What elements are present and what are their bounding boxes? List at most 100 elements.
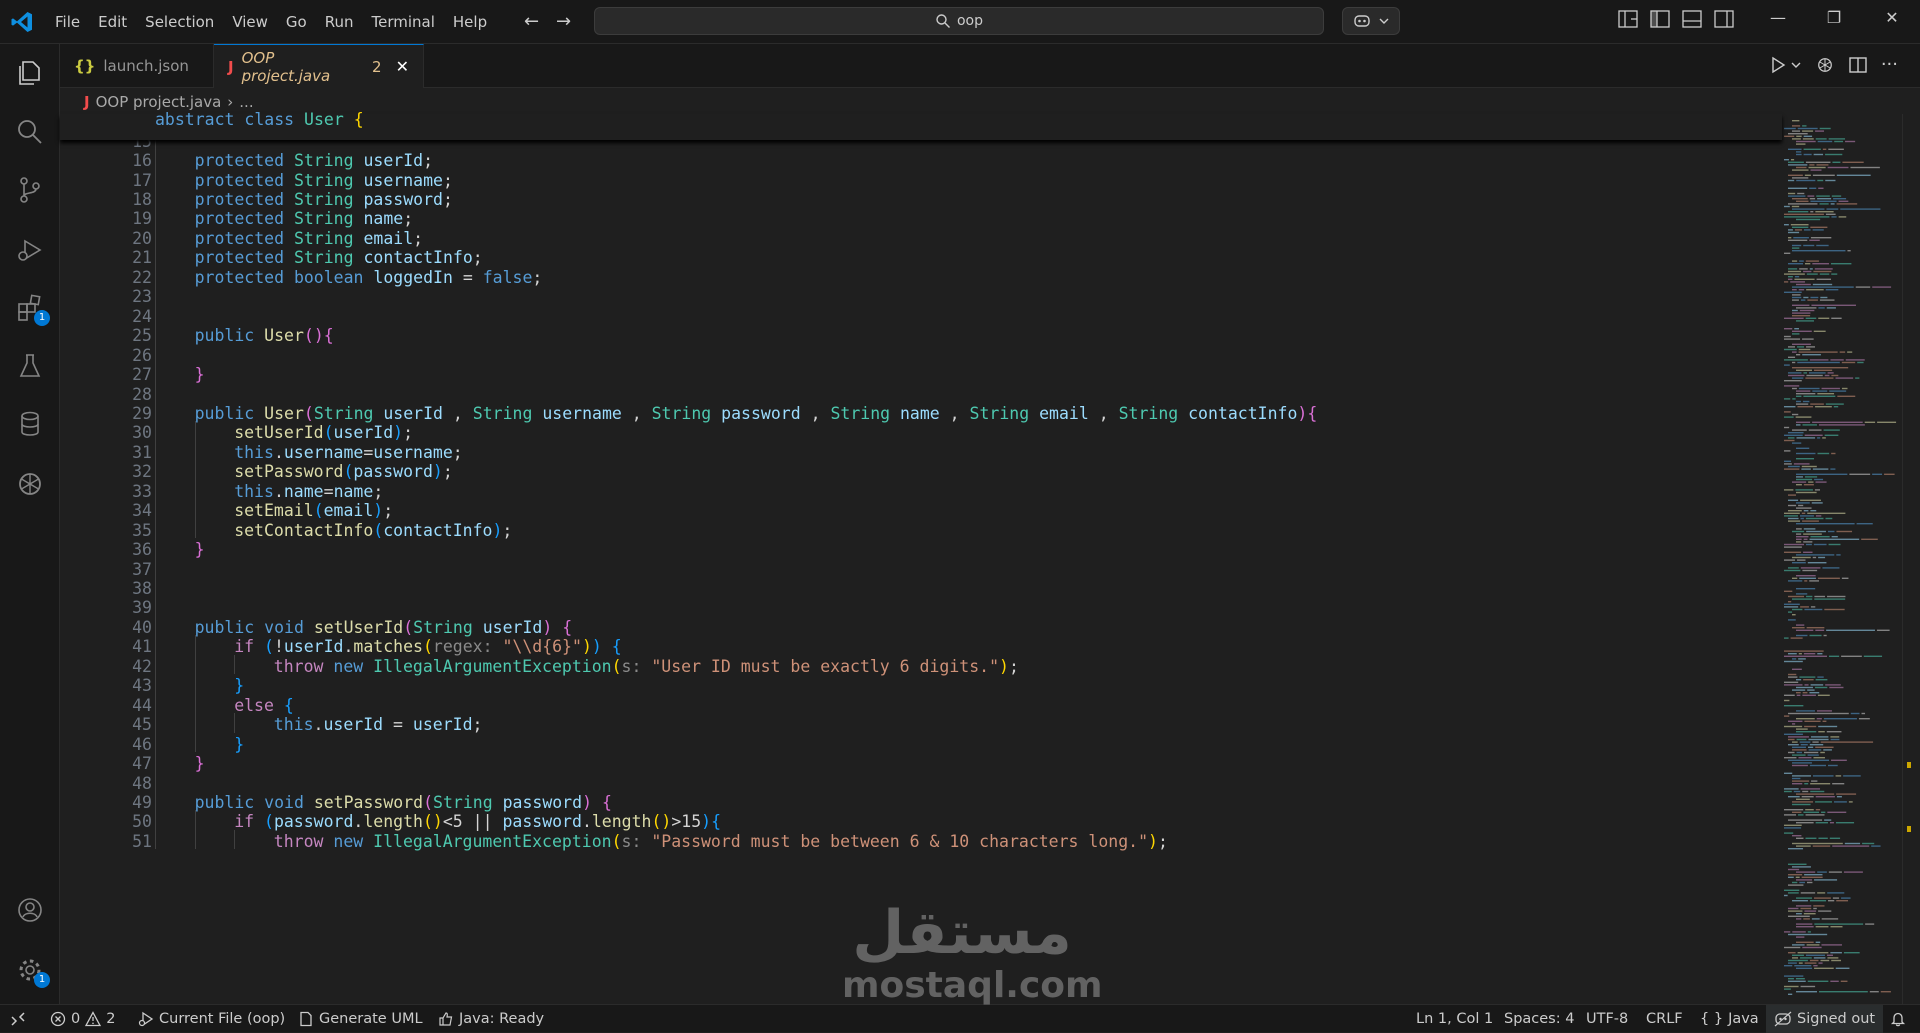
notifications-button[interactable]	[1890, 1005, 1906, 1033]
minimap-line	[1861, 538, 1878, 540]
cursor-position[interactable]: Ln 1, Col 1	[1416, 1005, 1493, 1033]
minimap[interactable]	[1782, 114, 1902, 1004]
java-status-button[interactable]: Java: Ready	[438, 1005, 544, 1033]
menu-run[interactable]: Run	[316, 0, 363, 44]
minimap-line	[1824, 434, 1839, 436]
minimap-line	[1841, 387, 1848, 390]
menu-view[interactable]: View	[223, 0, 277, 44]
minimap-line	[1830, 468, 1836, 470]
source-control-icon[interactable]	[14, 174, 46, 206]
code-token: ;	[423, 151, 434, 171]
accounts-icon[interactable]	[14, 894, 46, 926]
encoding[interactable]: UTF-8	[1586, 1005, 1628, 1033]
run-icon[interactable]	[1769, 56, 1787, 74]
debug-config-button[interactable]: Current File (oop)	[138, 1005, 285, 1033]
code-token: void	[264, 792, 314, 812]
code-editor[interactable]: 15 16 protected String userId; 17 protected …	[60, 114, 1782, 1004]
close-tab-icon[interactable]: ✕	[396, 57, 409, 76]
problems-button[interactable]: 0 2	[50, 1005, 115, 1033]
menu-file[interactable]: File	[46, 0, 89, 44]
minimap-line	[1788, 580, 1803, 582]
code-token: (	[313, 501, 324, 521]
code-token: setPassword	[234, 462, 344, 482]
copilot-menu-button[interactable]	[1342, 7, 1400, 35]
indent-guide	[155, 114, 156, 850]
tab-label: OOP project.java	[241, 48, 331, 85]
forward-arrow-icon[interactable]: →	[556, 11, 571, 32]
generate-uml-button[interactable]: Generate UML	[298, 1005, 423, 1033]
code-line[interactable]: 51 throw new IllegalArgumentException(s: …	[60, 830, 1782, 854]
more-actions-icon[interactable]: ···	[1881, 54, 1898, 75]
minimap-line	[1804, 434, 1823, 436]
vertical-scrollbar[interactable]	[1902, 114, 1920, 1004]
minimap-line	[1784, 788, 1799, 790]
code-token: (	[264, 812, 274, 832]
command-center-search[interactable]: oop	[594, 7, 1324, 35]
chatgpt-icon[interactable]	[14, 468, 46, 500]
toggle-secondary-sidebar-icon[interactable]	[1714, 10, 1734, 28]
minimap-line	[1871, 845, 1881, 847]
minimap-line	[1788, 868, 1800, 871]
minimap-line	[1814, 879, 1838, 881]
search-icon[interactable]	[14, 116, 46, 148]
indentation[interactable]: Spaces: 4	[1504, 1005, 1574, 1033]
chatgpt-icon[interactable]	[1815, 55, 1835, 75]
customize-layout-icon[interactable]	[1618, 10, 1638, 28]
minimap-line	[1810, 403, 1824, 405]
minimap-line	[1824, 374, 1830, 377]
run-debug-icon[interactable]	[14, 234, 46, 266]
minimap-line	[1796, 403, 1809, 405]
code-token: {	[611, 637, 622, 657]
minimap-line	[1788, 432, 1804, 434]
tab-oop-project-java[interactable]: J OOP project.java 2 ✕	[214, 44, 424, 88]
minimap-line	[1788, 884, 1804, 886]
sticky-scroll-line[interactable]: abstract class User {	[60, 110, 1782, 140]
minimap-line	[1820, 741, 1874, 743]
code-token: .	[353, 812, 364, 832]
minimap-line	[1815, 822, 1828, 824]
remote-button[interactable]	[10, 1005, 26, 1033]
toggle-primary-sidebar-icon[interactable]	[1650, 10, 1670, 28]
code-line[interactable]: abstract class User {	[60, 108, 1782, 132]
minimap-line	[1792, 562, 1806, 564]
chevron-down-icon[interactable]	[1791, 60, 1801, 70]
extensions-button[interactable]: 1	[14, 292, 50, 326]
minimap-line	[1836, 174, 1871, 176]
minimap-line	[1796, 694, 1801, 696]
menu-edit[interactable]: Edit	[89, 0, 136, 44]
minimap-line	[1804, 910, 1817, 912]
minimize-icon[interactable]: —	[1758, 8, 1798, 27]
minimap-line	[1815, 801, 1832, 803]
tab-launch-json[interactable]: {} launch.json	[60, 44, 214, 88]
minimap-line	[1795, 416, 1812, 418]
code-token: )	[581, 637, 592, 657]
language-mode[interactable]: { } Java	[1700, 1005, 1759, 1033]
minimap-line	[1814, 923, 1864, 925]
code-token: username	[542, 403, 632, 423]
restore-icon[interactable]: ❐	[1814, 8, 1854, 27]
back-arrow-icon[interactable]: ←	[524, 11, 539, 32]
minimap-line	[1788, 876, 1794, 878]
minimap-line	[1800, 517, 1804, 520]
minimap-line	[1821, 387, 1840, 390]
menu-go[interactable]: Go	[277, 0, 316, 44]
copilot-status-button[interactable]: Signed out	[1766, 1005, 1884, 1033]
line-endings[interactable]: CRLF	[1646, 1005, 1683, 1033]
database-icon[interactable]	[14, 408, 46, 440]
close-window-icon[interactable]: ✕	[1872, 8, 1912, 27]
testing-flask-icon[interactable]	[14, 350, 46, 382]
manage-button[interactable]: 1	[14, 954, 50, 988]
split-editor-icon[interactable]	[1849, 56, 1867, 74]
code-token: email	[1039, 403, 1099, 423]
explorer-icon[interactable]	[14, 56, 46, 88]
minimap-line	[1784, 946, 1801, 949]
menu-terminal[interactable]: Terminal	[363, 0, 444, 44]
toggle-panel-icon[interactable]	[1682, 10, 1702, 28]
menu-help[interactable]: Help	[444, 0, 496, 44]
menu-selection[interactable]: Selection	[136, 0, 223, 44]
remote-icon	[11, 1012, 25, 1026]
minimap-line	[1790, 224, 1809, 226]
minimap-line	[1814, 967, 1834, 969]
minimap-line	[1796, 390, 1811, 392]
minimap-line	[1796, 528, 1802, 530]
